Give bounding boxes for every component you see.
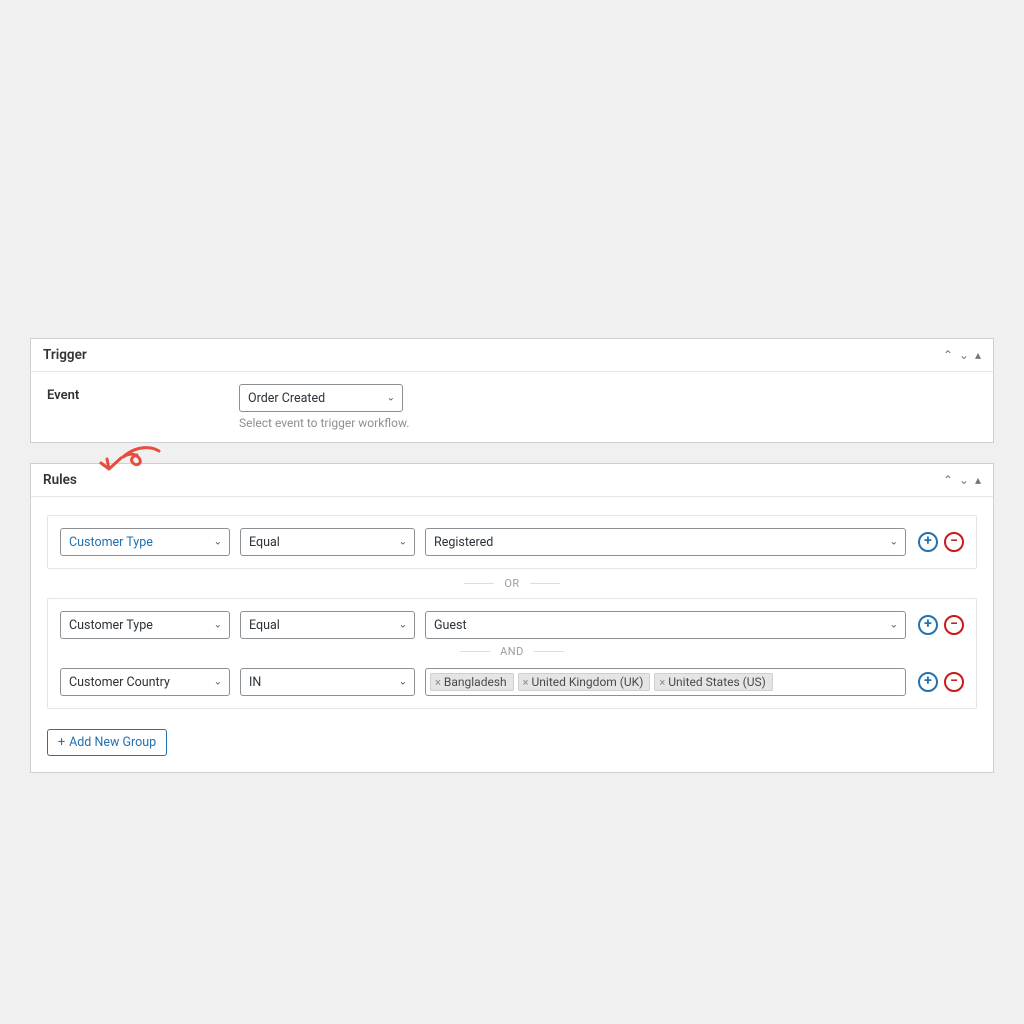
chip-remove-icon[interactable]: × bbox=[523, 676, 529, 689]
chevron-down-icon[interactable]: ⌄ bbox=[959, 349, 969, 361]
tag-chip[interactable]: ×United States (US) bbox=[654, 673, 772, 691]
event-select-value: Order Created bbox=[248, 391, 325, 406]
rule-field-value: Customer Type bbox=[69, 535, 153, 550]
rule-operator-value: Equal bbox=[249, 535, 280, 550]
add-rule-button[interactable]: + bbox=[918, 672, 938, 692]
trigger-panel: Trigger ⌃ ⌄ ▴ Event Order Created ⌄ Sele… bbox=[30, 338, 994, 443]
plus-icon: + bbox=[58, 735, 65, 750]
trigger-panel-body: Event Order Created ⌄ Select event to tr… bbox=[31, 372, 993, 442]
rule-value: Guest bbox=[434, 618, 467, 633]
and-label: AND bbox=[500, 645, 524, 658]
event-help-text: Select event to trigger workflow. bbox=[239, 416, 409, 430]
triangle-up-icon[interactable]: ▴ bbox=[975, 349, 981, 361]
trigger-panel-header: Trigger ⌃ ⌄ ▴ bbox=[31, 339, 993, 372]
tag-chip[interactable]: ×United Kingdom (UK) bbox=[518, 673, 651, 691]
panel-controls: ⌃ ⌄ ▴ bbox=[943, 349, 981, 361]
plus-icon: + bbox=[924, 534, 932, 548]
add-new-group-button[interactable]: + Add New Group bbox=[47, 729, 167, 756]
plus-icon: + bbox=[924, 674, 932, 688]
rule-row: Customer Type ⌄ Equal ⌄ Guest ⌄ bbox=[60, 611, 964, 639]
rule-field-select[interactable]: Customer Country ⌄ bbox=[60, 668, 230, 696]
rule-field-value: Customer Type bbox=[69, 618, 153, 633]
rule-field-select[interactable]: Customer Type ⌄ bbox=[60, 611, 230, 639]
rule-value-select[interactable]: Registered ⌄ bbox=[425, 528, 906, 556]
event-label: Event bbox=[47, 384, 239, 403]
tag-chip[interactable]: ×Bangladesh bbox=[430, 673, 514, 691]
rule-row: Customer Country ⌄ IN ⌄ ×Bangladesh bbox=[60, 668, 964, 696]
add-rule-button[interactable]: + bbox=[918, 615, 938, 635]
rule-group: Customer Type ⌄ Equal ⌄ Registered bbox=[47, 515, 977, 569]
minus-icon: − bbox=[950, 534, 958, 548]
rule-operator-select[interactable]: Equal ⌄ bbox=[240, 528, 415, 556]
add-rule-button[interactable]: + bbox=[918, 532, 938, 552]
chevron-down-icon[interactable]: ⌄ bbox=[959, 474, 969, 486]
or-label: OR bbox=[504, 577, 519, 590]
remove-rule-button[interactable]: − bbox=[944, 532, 964, 552]
remove-rule-button[interactable]: − bbox=[944, 615, 964, 635]
rules-panel: Rules ⌃ ⌄ ▴ Customer Type ⌄ bbox=[30, 463, 994, 773]
chip-label: United States (US) bbox=[668, 675, 766, 689]
rule-field-select[interactable]: Customer Type ⌄ bbox=[60, 528, 230, 556]
chevron-up-icon[interactable]: ⌃ bbox=[943, 474, 953, 486]
chip-label: United Kingdom (UK) bbox=[532, 675, 644, 689]
minus-icon: − bbox=[950, 617, 958, 631]
rule-group: Customer Type ⌄ Equal ⌄ Guest ⌄ bbox=[47, 598, 977, 709]
trigger-title: Trigger bbox=[43, 347, 87, 363]
rule-row: Customer Type ⌄ Equal ⌄ Registered bbox=[60, 528, 964, 556]
rules-title: Rules bbox=[43, 472, 77, 488]
triangle-up-icon[interactable]: ▴ bbox=[975, 474, 981, 486]
chevron-up-icon[interactable]: ⌃ bbox=[943, 349, 953, 361]
add-new-group-label: Add New Group bbox=[69, 735, 156, 750]
panel-controls: ⌃ ⌄ ▴ bbox=[943, 474, 981, 486]
rules-panel-header: Rules ⌃ ⌄ ▴ bbox=[31, 464, 993, 497]
rule-operator-value: Equal bbox=[249, 618, 280, 633]
minus-icon: − bbox=[950, 674, 958, 688]
and-separator: AND bbox=[60, 645, 964, 658]
event-select[interactable]: Order Created ⌄ bbox=[239, 384, 403, 412]
rule-field-value: Customer Country bbox=[69, 675, 170, 690]
or-separator: OR bbox=[47, 577, 977, 590]
chip-remove-icon[interactable]: × bbox=[659, 676, 665, 689]
rule-operator-value: IN bbox=[249, 675, 261, 690]
rule-value-select[interactable]: Guest ⌄ bbox=[425, 611, 906, 639]
rule-operator-select[interactable]: IN ⌄ bbox=[240, 668, 415, 696]
plus-icon: + bbox=[924, 617, 932, 631]
chip-label: Bangladesh bbox=[444, 675, 507, 689]
rule-tag-input[interactable]: ×Bangladesh ×United Kingdom (UK) ×United… bbox=[425, 668, 906, 696]
rules-panel-body: Customer Type ⌄ Equal ⌄ Registered bbox=[31, 497, 993, 772]
remove-rule-button[interactable]: − bbox=[944, 672, 964, 692]
chip-remove-icon[interactable]: × bbox=[435, 676, 441, 689]
rule-value: Registered bbox=[434, 535, 493, 550]
rule-operator-select[interactable]: Equal ⌄ bbox=[240, 611, 415, 639]
